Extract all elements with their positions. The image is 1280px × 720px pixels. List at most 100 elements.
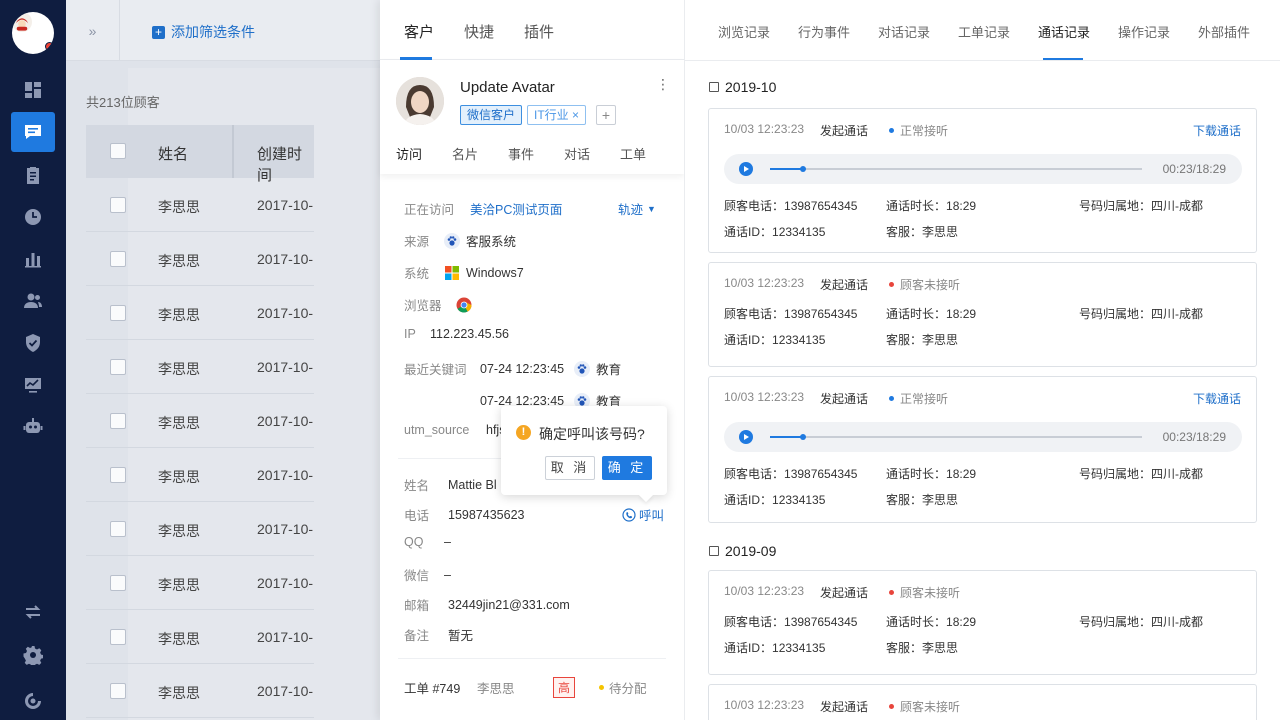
table-row[interactable]: 李思思 2017-10- [86, 502, 314, 556]
row-created-time: 2017-10- [257, 197, 314, 213]
nav-support[interactable] [11, 681, 55, 720]
confirm-button[interactable]: 确 定 [602, 456, 652, 480]
nav-statistics[interactable] [11, 239, 55, 279]
tab-behavior-events[interactable]: 行为事件 [798, 22, 850, 41]
tab-browse-history[interactable]: 浏览记录 [718, 22, 770, 41]
tab-quick[interactable]: 快捷 [464, 21, 494, 42]
subtab-visit[interactable]: 访问 [396, 144, 422, 163]
tag-wechat-customer[interactable]: 微信客户 [460, 105, 523, 125]
nav-settings[interactable] [11, 635, 55, 675]
add-tag-button[interactable]: + [596, 105, 616, 125]
column-divider[interactable] [232, 125, 234, 178]
row-checkbox[interactable] [110, 305, 126, 321]
download-call-link[interactable]: 下载通话 [1193, 122, 1241, 139]
tab-conversation-records[interactable]: 对话记录 [878, 22, 930, 41]
tab-call-records[interactable]: 通话记录 [1038, 22, 1090, 41]
table-row[interactable]: 李思思 2017-10- [86, 178, 314, 232]
cancel-button[interactable]: 取 消 [545, 456, 595, 480]
nav-monitor[interactable] [11, 365, 55, 405]
audio-track[interactable] [770, 436, 1142, 438]
tag-it-industry[interactable]: IT行业 × [527, 105, 587, 125]
row-customer-name: 李思思 [158, 415, 200, 431]
subtab-tickets[interactable]: 工单 [620, 144, 646, 163]
audio-track[interactable] [770, 168, 1142, 170]
row-checkbox[interactable] [110, 197, 126, 213]
row-created-time: 2017-10- [257, 359, 314, 375]
audio-time: 00:23/18:29 [1162, 430, 1226, 444]
row-checkbox[interactable] [110, 629, 126, 645]
call-action: 发起通话 [820, 278, 869, 292]
source-row: 来源 客服系统 [404, 231, 516, 250]
select-all-checkbox[interactable] [110, 143, 126, 159]
table-row[interactable]: 李思思 2017-10- [86, 340, 314, 394]
expand-sidebar-button[interactable]: » [66, 0, 120, 61]
table-row[interactable]: 李思思 2017-10- [86, 448, 314, 502]
ticket-row[interactable]: 工单 #749 李思思 高 待分配 [404, 677, 647, 698]
call-time: 10/03 12:23:23 [724, 276, 805, 290]
row-created-time: 2017-10- [257, 413, 314, 429]
remark-value: 暂无 [448, 629, 474, 643]
visiting-page-link[interactable]: 美洽PC测试页面 [470, 199, 562, 218]
call-button[interactable]: 呼叫 [622, 505, 664, 524]
tab-external-plugins[interactable]: 外部插件 [1198, 22, 1250, 41]
tab-operation-records[interactable]: 操作记录 [1118, 22, 1170, 41]
nav-customers[interactable] [11, 281, 55, 321]
row-checkbox[interactable] [110, 413, 126, 429]
play-icon[interactable] [739, 430, 753, 444]
audio-knob[interactable] [800, 166, 806, 172]
row-checkbox[interactable] [110, 575, 126, 591]
nav-security[interactable] [11, 323, 55, 363]
table-row[interactable]: 李思思 2017-10- [86, 664, 314, 718]
add-filter-button[interactable]: + 添加筛选条件 [152, 22, 255, 42]
tab-plugins[interactable]: 插件 [524, 21, 554, 42]
call-status: 顾客未接听 [889, 698, 960, 715]
more-options-icon[interactable]: ⋮ [656, 76, 670, 93]
nav-history[interactable] [11, 197, 55, 237]
download-call-link[interactable]: 下载通话 [1193, 390, 1241, 407]
subtab-conversations[interactable]: 对话 [564, 144, 590, 163]
row-checkbox[interactable] [110, 521, 126, 537]
monitor-icon [25, 378, 41, 393]
qq-value: – [444, 535, 451, 549]
nav-clipboard[interactable] [11, 155, 55, 195]
audio-knob[interactable] [800, 434, 806, 440]
source-value: 客服系统 [466, 235, 517, 249]
table-row[interactable]: 李思思 2017-10- [86, 556, 314, 610]
row-checkbox[interactable] [110, 467, 126, 483]
customer-avatar[interactable] [396, 77, 444, 125]
track-dropdown[interactable]: 轨迹 ▼ [618, 199, 656, 218]
row-checkbox[interactable] [110, 359, 126, 375]
user-avatar[interactable] [12, 12, 54, 54]
call-time: 10/03 12:23:23 [724, 584, 805, 598]
nav-robot[interactable] [11, 406, 55, 446]
phone-region-value: 四川-成都 [1151, 307, 1204, 321]
system-label: 系统 [404, 267, 430, 281]
row-checkbox[interactable] [110, 683, 126, 699]
call-status: 正常接听 [889, 390, 948, 407]
table-row[interactable]: 李思思 2017-10- [86, 286, 314, 340]
row-customer-name: 李思思 [158, 523, 200, 539]
nav-transfer[interactable] [11, 592, 55, 632]
windows-icon [444, 265, 460, 281]
phone-region-label: 号码归属地： [1079, 307, 1152, 321]
row-checkbox[interactable] [110, 251, 126, 267]
call-status-label: 正常接听 [900, 392, 949, 406]
table-row[interactable]: 李思思 2017-10- [86, 610, 314, 664]
subtab-card[interactable]: 名片 [452, 144, 478, 163]
nav-chat[interactable] [11, 112, 55, 152]
nav-dashboard[interactable] [11, 70, 55, 110]
play-icon[interactable] [739, 162, 753, 176]
subtab-events[interactable]: 事件 [508, 144, 534, 163]
email-row: 邮箱 32449jin21@331.com [404, 595, 570, 614]
table-row[interactable]: 李思思 2017-10- [86, 232, 314, 286]
tab-ticket-records[interactable]: 工单记录 [958, 22, 1010, 41]
call-action: 发起通话 [820, 700, 869, 714]
tab-customer[interactable]: 客户 [404, 21, 434, 42]
table-row[interactable]: 李思思 2017-10- [86, 394, 314, 448]
status-dot [889, 396, 894, 401]
row-customer-name: 李思思 [158, 577, 200, 593]
phone-region: 号码归属地：四川-成都 [1079, 465, 1203, 482]
column-header-name[interactable]: 姓名 [158, 143, 188, 164]
close-icon[interactable]: × [572, 108, 579, 122]
keyword-label: 最近关键词 [404, 363, 467, 377]
